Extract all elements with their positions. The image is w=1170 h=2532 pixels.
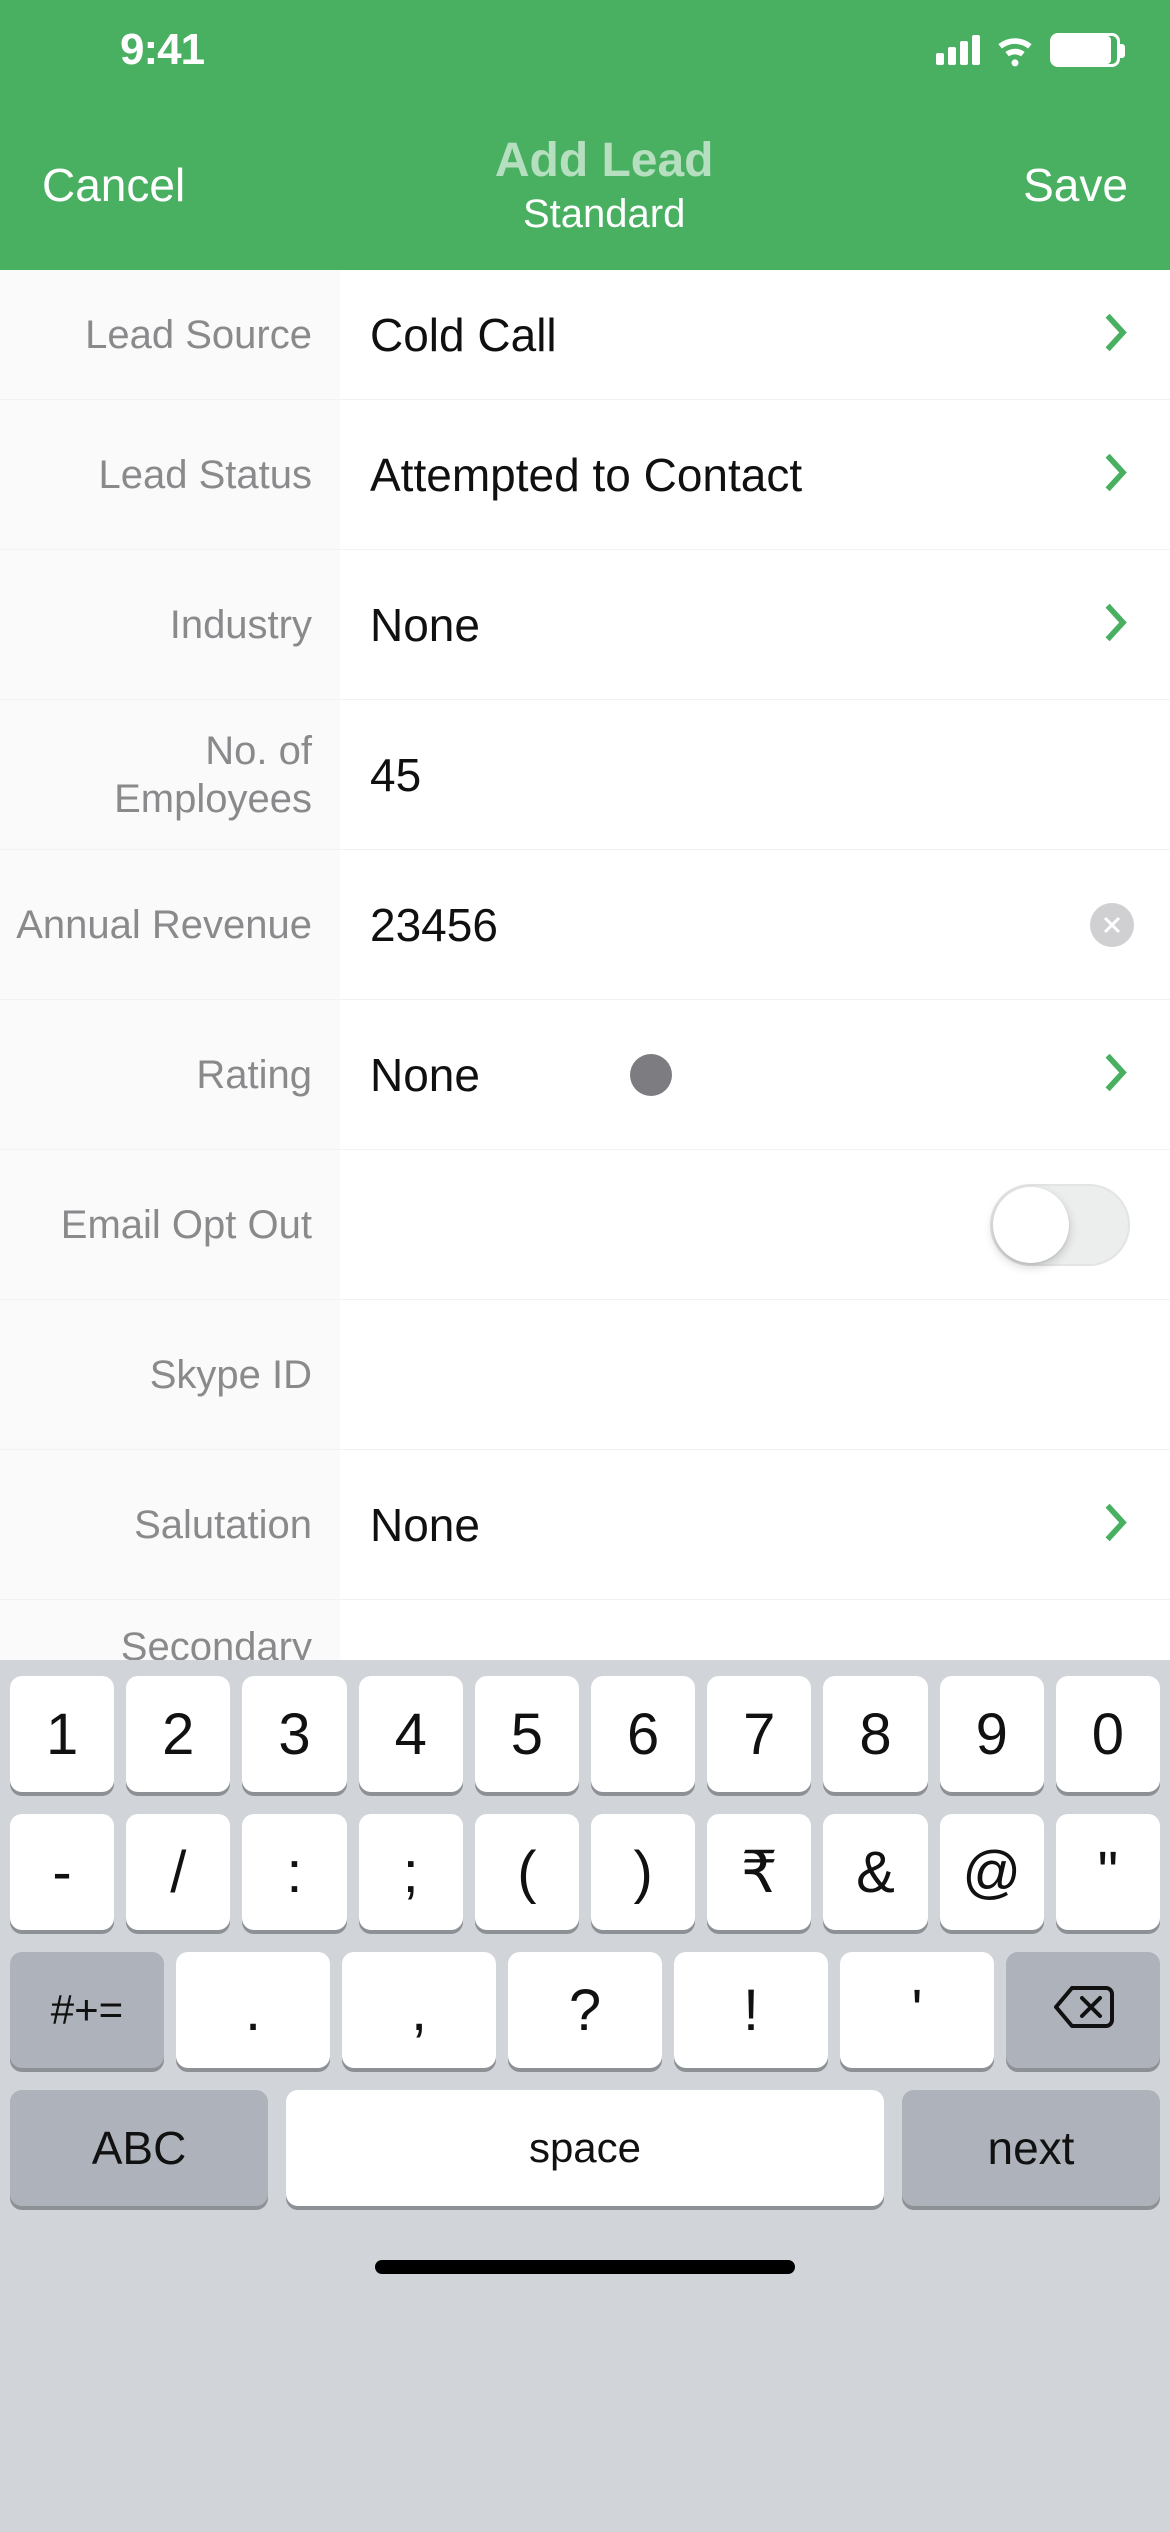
key-ampersand[interactable]: &: [823, 1814, 927, 1930]
key-rupee[interactable]: ₹: [707, 1814, 811, 1930]
row-industry[interactable]: Industry None: [0, 550, 1170, 700]
key-7[interactable]: 7: [707, 1676, 811, 1792]
label-industry: Industry: [170, 601, 312, 649]
chevron-right-icon: [1102, 1501, 1130, 1548]
value-no-employees: 45: [370, 748, 421, 802]
key-abc-mode[interactable]: ABC: [10, 2090, 268, 2206]
home-indicator[interactable]: [10, 2228, 1160, 2298]
key-9[interactable]: 9: [940, 1676, 1044, 1792]
cellular-icon: [936, 35, 980, 65]
value-salutation: None: [370, 1498, 480, 1552]
key-5[interactable]: 5: [475, 1676, 579, 1792]
label-email-opt-out: Email Opt Out: [61, 1201, 312, 1249]
key-symbols-mode[interactable]: #+=: [10, 1952, 164, 2068]
label-no-employees: No. of Employees: [0, 727, 312, 823]
row-no-employees[interactable]: No. of Employees 45: [0, 700, 1170, 850]
key-0[interactable]: 0: [1056, 1676, 1160, 1792]
row-skype-id[interactable]: Skype ID: [0, 1300, 1170, 1450]
key-apostrophe[interactable]: ': [840, 1952, 994, 2068]
backspace-icon: [1052, 1977, 1114, 2044]
text-cursor-handle[interactable]: [630, 1054, 672, 1096]
row-secondary[interactable]: Secondary: [0, 1600, 1170, 1660]
form: Lead Source Cold Call Lead Status Attemp…: [0, 270, 1170, 1660]
key-semicolon[interactable]: ;: [359, 1814, 463, 1930]
key-next[interactable]: next: [902, 2090, 1160, 2206]
key-quote[interactable]: ": [1056, 1814, 1160, 1930]
key-question[interactable]: ?: [508, 1952, 662, 2068]
row-rating[interactable]: Rating None: [0, 1000, 1170, 1150]
label-annual-revenue: Annual Revenue: [16, 901, 312, 949]
status-time: 9:41: [120, 25, 204, 75]
nav-bar: Cancel Add Lead Standard Save: [0, 100, 1170, 270]
label-secondary: Secondary: [121, 1623, 312, 1660]
key-3[interactable]: 3: [242, 1676, 346, 1792]
key-paren-close[interactable]: ): [591, 1814, 695, 1930]
email-opt-out-switch[interactable]: [990, 1184, 1130, 1266]
value-lead-status: Attempted to Contact: [370, 448, 802, 502]
key-colon[interactable]: :: [242, 1814, 346, 1930]
label-skype-id: Skype ID: [150, 1351, 312, 1399]
key-1[interactable]: 1: [10, 1676, 114, 1792]
row-annual-revenue[interactable]: Annual Revenue 23456: [0, 850, 1170, 1000]
status-bar: 9:41: [0, 0, 1170, 100]
key-dash[interactable]: -: [10, 1814, 114, 1930]
page-title: Add Lead: [495, 133, 714, 188]
clear-button[interactable]: [1090, 903, 1134, 947]
nav-title-group: Add Lead Standard: [495, 133, 714, 237]
wifi-icon: [994, 27, 1036, 74]
key-6[interactable]: 6: [591, 1676, 695, 1792]
value-lead-source: Cold Call: [370, 308, 557, 362]
status-icons: [936, 27, 1120, 74]
cancel-button[interactable]: Cancel: [42, 158, 185, 212]
key-paren-open[interactable]: (: [475, 1814, 579, 1930]
label-salutation: Salutation: [134, 1501, 312, 1549]
label-lead-status: Lead Status: [99, 451, 313, 499]
key-8[interactable]: 8: [823, 1676, 927, 1792]
label-rating: Rating: [196, 1051, 312, 1099]
label-lead-source: Lead Source: [85, 311, 312, 359]
row-salutation[interactable]: Salutation None: [0, 1450, 1170, 1600]
key-period[interactable]: .: [176, 1952, 330, 2068]
chevron-right-icon: [1102, 451, 1130, 498]
value-rating: None: [370, 1048, 480, 1102]
save-button[interactable]: Save: [1023, 158, 1128, 212]
key-at[interactable]: @: [940, 1814, 1044, 1930]
row-email-opt-out: Email Opt Out: [0, 1150, 1170, 1300]
key-backspace[interactable]: [1006, 1952, 1160, 2068]
chevron-right-icon: [1102, 1051, 1130, 1098]
value-industry: None: [370, 598, 480, 652]
page-subtitle: Standard: [495, 192, 714, 237]
keyboard: 1 2 3 4 5 6 7 8 9 0 - / : ; ( ) ₹ & @ " …: [0, 1660, 1170, 2532]
value-annual-revenue: 23456: [370, 898, 498, 952]
key-comma[interactable]: ,: [342, 1952, 496, 2068]
key-exclaim[interactable]: !: [674, 1952, 828, 2068]
row-lead-status[interactable]: Lead Status Attempted to Contact: [0, 400, 1170, 550]
key-slash[interactable]: /: [126, 1814, 230, 1930]
key-2[interactable]: 2: [126, 1676, 230, 1792]
chevron-right-icon: [1102, 311, 1130, 358]
key-space[interactable]: space: [286, 2090, 884, 2206]
row-lead-source[interactable]: Lead Source Cold Call: [0, 270, 1170, 400]
key-4[interactable]: 4: [359, 1676, 463, 1792]
chevron-right-icon: [1102, 601, 1130, 648]
battery-icon: [1050, 33, 1120, 67]
